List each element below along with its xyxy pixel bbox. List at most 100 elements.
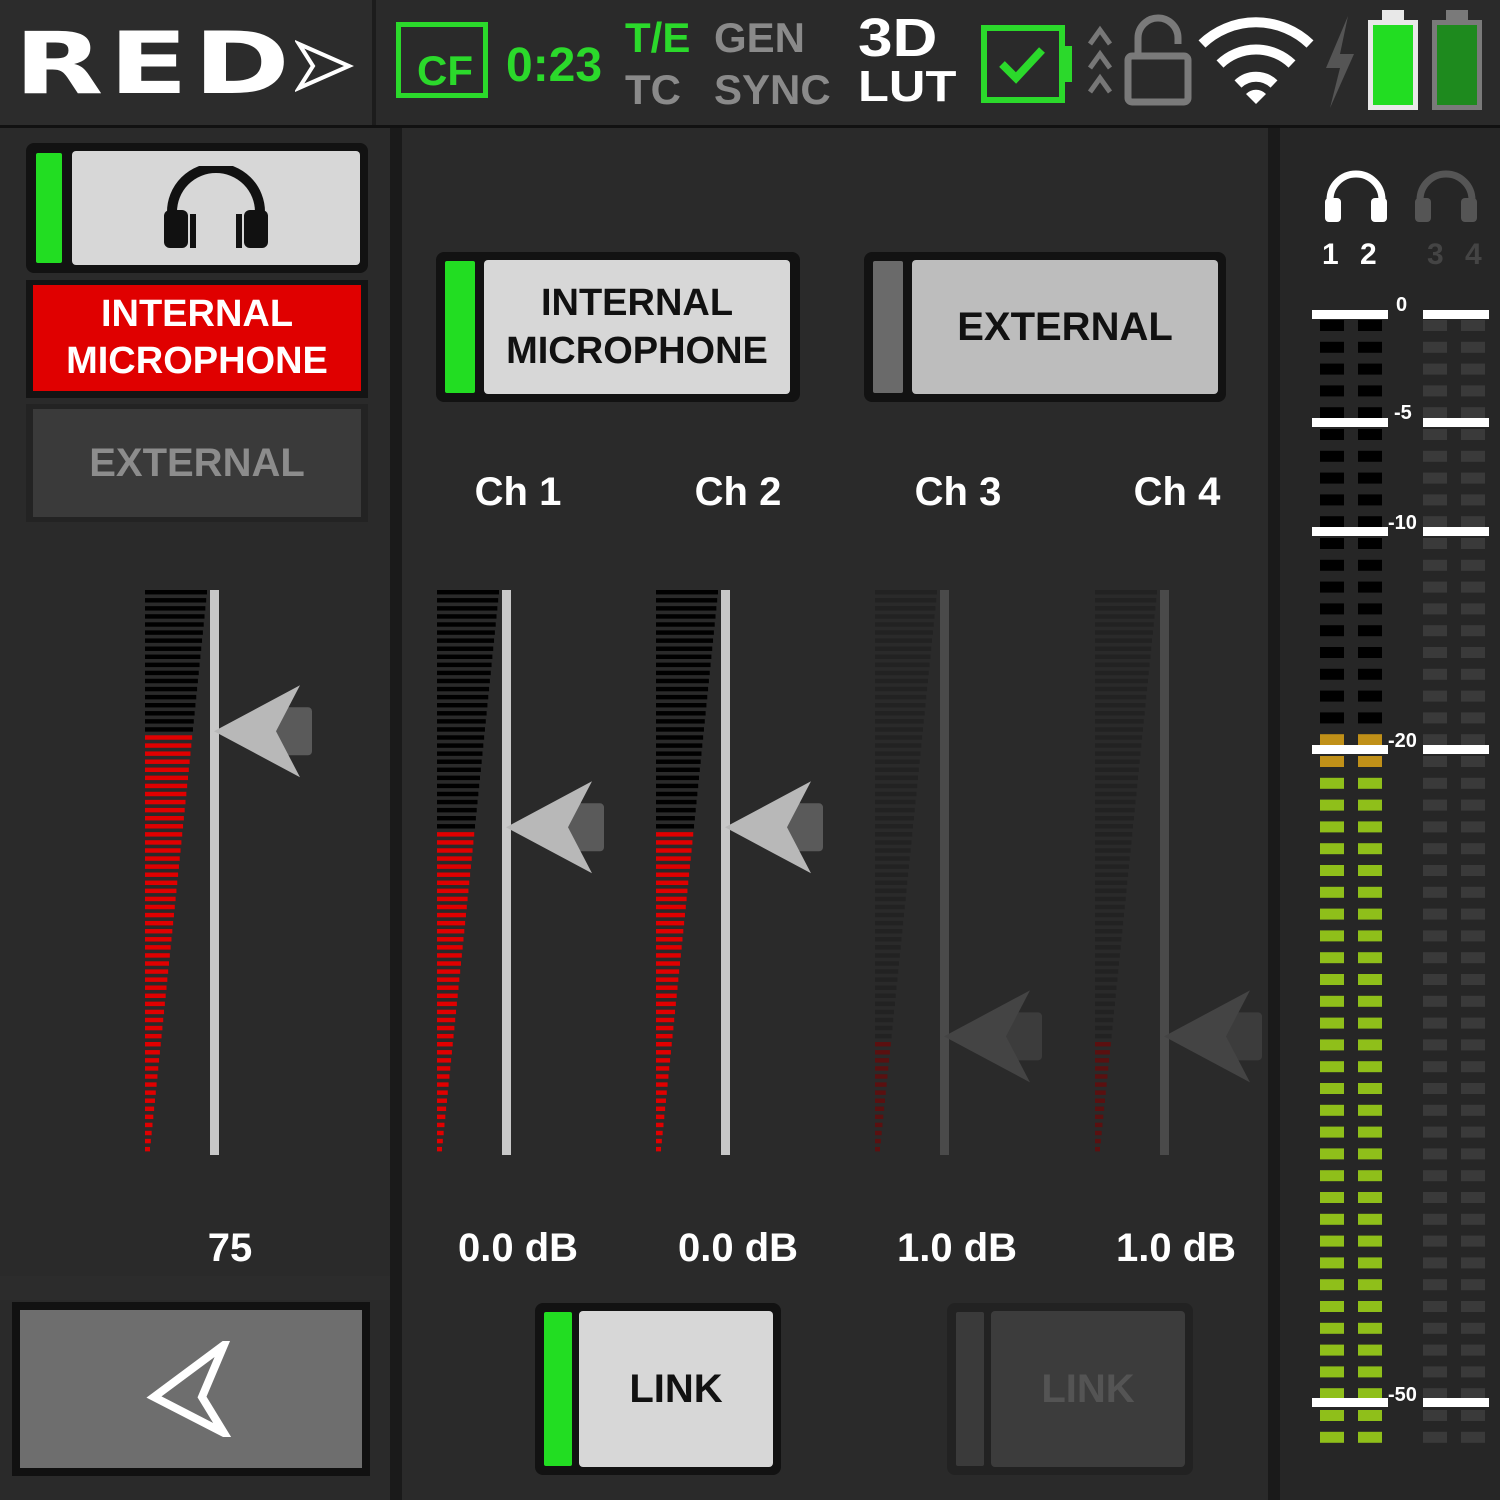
meter-segment [1358, 1083, 1382, 1094]
fader-meter-segment [875, 953, 900, 958]
meter-segment [1358, 516, 1382, 528]
fader-meter-segment [1095, 993, 1116, 999]
meter-segment [1423, 1388, 1447, 1400]
fader-meter-segment [656, 1017, 675, 1023]
fader-meter-segment [656, 969, 680, 974]
fader-meter-segment [875, 832, 913, 837]
wifi-icon[interactable] [1196, 10, 1316, 108]
level-meters [1312, 310, 1489, 1443]
headphone-monitor-button[interactable] [26, 143, 368, 273]
channel-4-fader[interactable] [1090, 585, 1270, 1160]
fader-meter-segment [875, 872, 909, 877]
fader-meter-segment [656, 832, 694, 837]
meter-segment [1358, 756, 1382, 767]
meter-segment [1423, 516, 1447, 528]
fader-meter-segment [437, 848, 473, 853]
fader-meter-segment [1095, 678, 1148, 684]
fader-meter-segment [437, 1001, 457, 1007]
fader-meter-segment [437, 678, 490, 684]
meter-segment [1320, 472, 1344, 484]
meter-scale-marker [1423, 418, 1489, 427]
fader-meter-segment [145, 654, 201, 660]
fader-meter-segment [437, 977, 460, 982]
record-check-icon[interactable] [976, 22, 1076, 106]
link-ch12-button[interactable]: LINK [535, 1303, 781, 1475]
link-ch34-button[interactable]: LINK [947, 1303, 1193, 1475]
meter-segment [1423, 821, 1447, 833]
meter-segment [1461, 1148, 1485, 1160]
back-button[interactable] [12, 1302, 370, 1476]
meter-segment [1320, 320, 1344, 331]
media-cf-badge[interactable]: CF [396, 22, 488, 98]
meter-segment [1423, 756, 1447, 767]
headphone-volume-fader[interactable] [140, 585, 320, 1160]
red-logo: RED [14, 14, 296, 114]
fader-meter-segment [1095, 929, 1123, 934]
back-button-face [20, 1310, 362, 1468]
meter-segment [1320, 1410, 1344, 1421]
meter-segment [1461, 385, 1485, 397]
fader-meter-segment [875, 904, 905, 910]
meter-segment [1461, 756, 1485, 767]
fader-meter-segment [1095, 880, 1128, 886]
fader-meter-segment [656, 1130, 663, 1136]
fader-meter-segment [145, 630, 203, 635]
fader-meter-segment [437, 646, 494, 651]
fader-meter-segment [875, 622, 934, 627]
meter-segment [1358, 1061, 1382, 1073]
meter-segment [1423, 734, 1447, 746]
fader-meter-segment [875, 654, 931, 660]
logo-area[interactable]: RED [0, 0, 376, 125]
meter-segment [1461, 734, 1485, 746]
fader-meter-segment [145, 703, 196, 708]
meter-segment [1320, 712, 1344, 724]
meter-segment [1461, 1388, 1485, 1400]
meter-segment [1358, 1148, 1382, 1160]
link-ch12-lamp [544, 1312, 572, 1466]
meter-segment [1423, 799, 1447, 811]
monitor-source-internal-button[interactable]: INTERNAL MICROPHONE [26, 280, 368, 398]
fader-meter-segment [145, 864, 179, 869]
meter-segment [1423, 429, 1447, 440]
meter-scale-minus50: -50 [1388, 1384, 1417, 1406]
monitor-active-lamp [36, 153, 62, 263]
fader-meter-segment [875, 1001, 895, 1007]
fader-meter-segment [875, 1082, 887, 1087]
meter-segment [1423, 886, 1447, 898]
channel-1-fader[interactable] [432, 585, 612, 1160]
fader-meter-segment [1095, 1090, 1106, 1095]
fader-meter-segment [1095, 985, 1117, 990]
fader-meter-segment [656, 929, 684, 934]
fader-meter-segment [145, 646, 202, 651]
source-internal-button[interactable]: INTERNAL MICROPHONE [436, 252, 800, 402]
channel-2-fader[interactable] [651, 585, 831, 1160]
fader-meter-segment [437, 638, 495, 643]
meter-segment [1461, 429, 1485, 440]
source-external-label: EXTERNAL [957, 304, 1173, 349]
meter-scale-minus20: -20 [1388, 730, 1417, 752]
meter-segment [1358, 1039, 1382, 1051]
source-external-lamp [873, 261, 903, 393]
fader-meter-segment [437, 1042, 453, 1047]
meter-segment [1358, 690, 1382, 702]
channel-3-fader[interactable] [870, 585, 1050, 1160]
fader-meter-segment [437, 743, 484, 748]
meter-segment [1423, 559, 1447, 571]
fader-meter-segment [145, 783, 188, 789]
meter-segment [1358, 647, 1382, 658]
media-cf-label: CF [417, 47, 473, 94]
meter-segment [1461, 1257, 1485, 1269]
meter-segment [1423, 1148, 1447, 1160]
meter-segment [1461, 995, 1485, 1007]
fader-meter-segment [875, 1033, 892, 1039]
meter-segment [1461, 472, 1485, 484]
source-external-button[interactable]: EXTERNAL [864, 252, 1226, 402]
fader-meter-segment [145, 1138, 151, 1144]
meter-segment [1320, 865, 1344, 876]
monitor-source-external-button[interactable]: EXTERNAL [26, 404, 368, 522]
source-external-face: EXTERNAL [912, 260, 1218, 394]
lock-icon[interactable] [1122, 14, 1194, 108]
fader-meter-segment [437, 614, 497, 619]
fader-meter-segment [875, 864, 909, 869]
fader-meter-segment [437, 904, 467, 910]
